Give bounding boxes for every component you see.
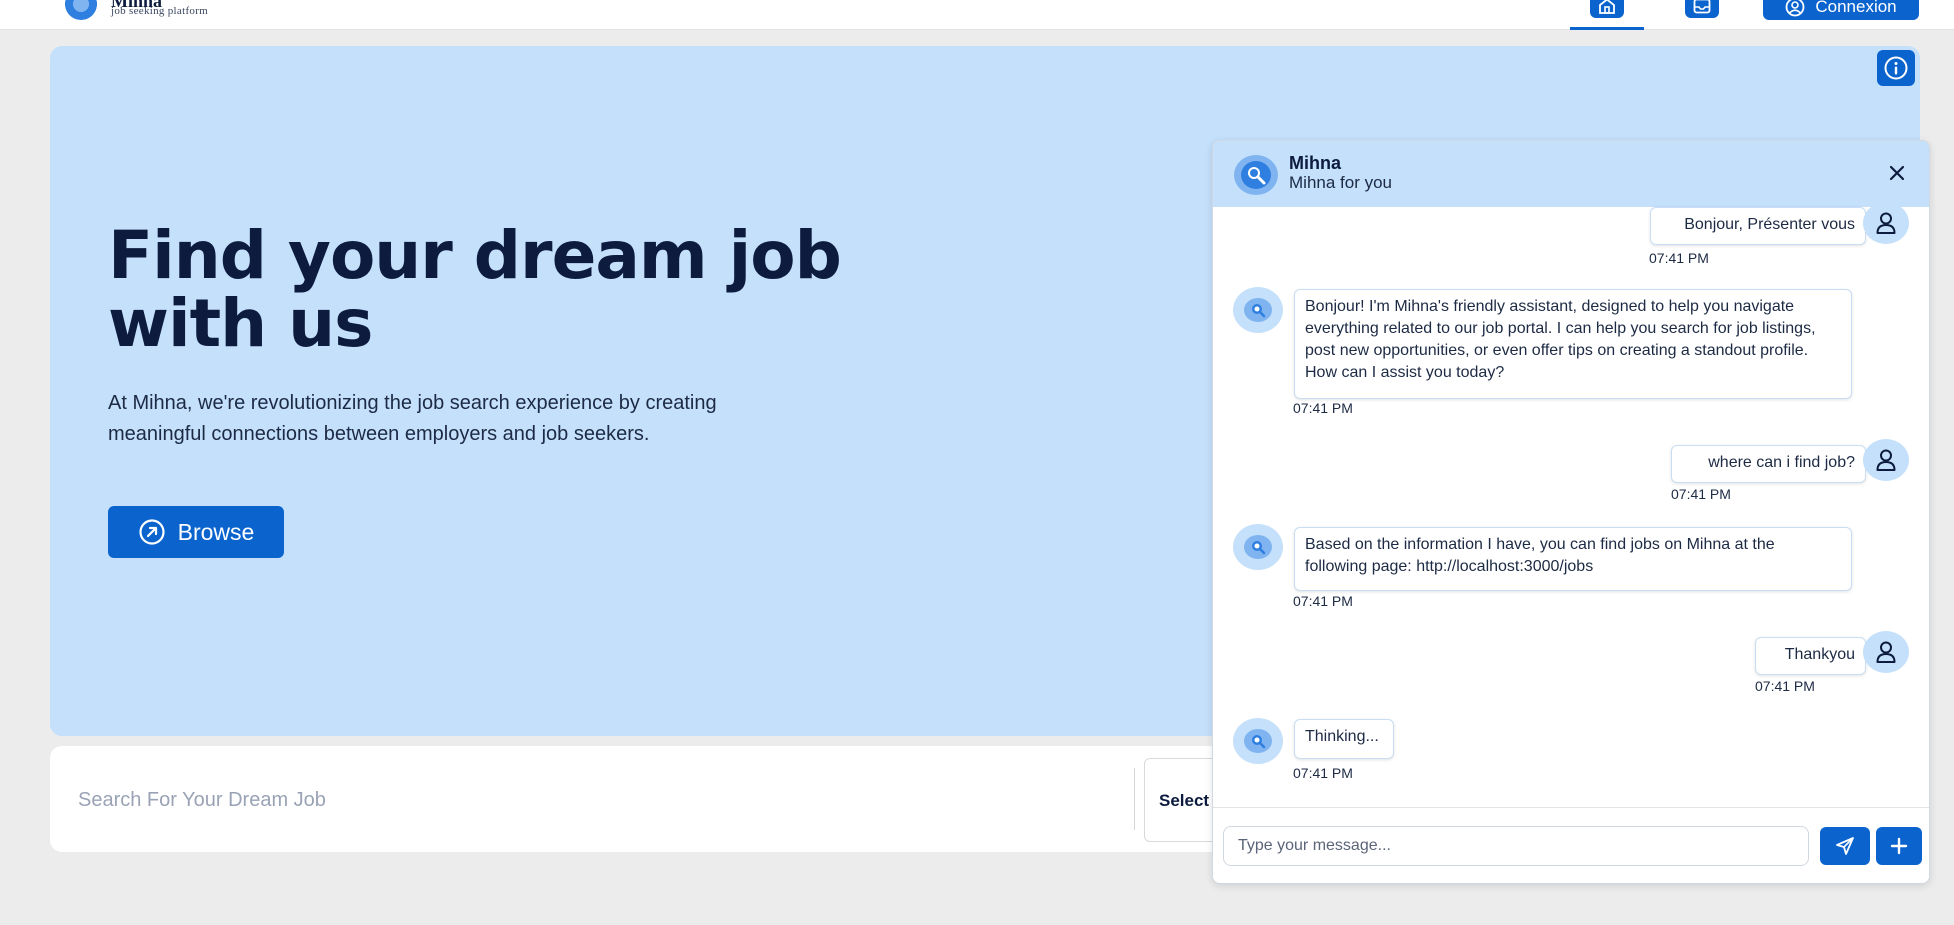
chat-footer (1213, 807, 1929, 883)
top-navbar: Mihna job seeking platform Connexion (0, 0, 1954, 30)
add-button[interactable] (1876, 827, 1922, 865)
plus-icon (1890, 837, 1908, 855)
browse-label: Browse (177, 518, 255, 545)
bot-message: Based on the information I have, you can… (1294, 527, 1852, 591)
mihna-logo-icon[interactable] (60, 0, 102, 20)
message-time: 07:41 PM (1293, 400, 1353, 416)
arrow-up-right-circle-icon (139, 519, 165, 545)
home-icon (1599, 0, 1615, 14)
info-icon (1884, 56, 1908, 80)
connexion-button[interactable]: Connexion (1763, 0, 1919, 20)
search-divider (1134, 768, 1135, 830)
user-icon (1876, 212, 1896, 234)
info-button[interactable] (1877, 50, 1915, 86)
user-icon (1876, 641, 1896, 663)
message-time: 07:41 PM (1671, 486, 1731, 502)
chat-close-button[interactable] (1885, 161, 1909, 185)
active-nav-indicator (1570, 27, 1644, 30)
connexion-label: Connexion (1815, 0, 1897, 16)
brand-tagline: job seeking platform (111, 5, 209, 17)
chatbot-panel: Mihna Mihna for you Bonjour, Présenter v… (1212, 140, 1930, 884)
nav-home-button[interactable] (1590, 0, 1624, 18)
bot-icon (1244, 729, 1272, 753)
user-avatar (1863, 631, 1909, 673)
hero-title: Find your dream job with us (108, 217, 842, 362)
send-button[interactable] (1820, 827, 1870, 865)
send-icon (1836, 837, 1854, 855)
bot-avatar (1233, 718, 1283, 764)
inbox-icon (1693, 0, 1711, 14)
user-avatar (1863, 202, 1909, 244)
user-message: Thankyou (1755, 637, 1866, 675)
mihna-logo-icon (1234, 155, 1278, 195)
bot-avatar (1233, 524, 1283, 570)
close-icon (1889, 165, 1905, 181)
message-time: 07:41 PM (1293, 765, 1353, 781)
bot-thinking-message: Thinking... (1294, 719, 1394, 759)
chat-message-input[interactable] (1223, 826, 1809, 866)
user-circle-icon (1785, 0, 1805, 17)
bot-message: Bonjour! I'm Mihna's friendly assistant,… (1294, 289, 1852, 399)
nav-inbox-button[interactable] (1685, 0, 1719, 18)
user-message: where can i find job? (1671, 445, 1866, 483)
bot-icon (1244, 298, 1272, 322)
message-time: 07:41 PM (1649, 250, 1709, 266)
user-icon (1876, 449, 1896, 471)
user-message: Bonjour, Présenter vous (1650, 207, 1866, 245)
chat-title: Mihna (1289, 153, 1341, 173)
message-time: 07:41 PM (1293, 593, 1353, 609)
browse-button[interactable]: Browse (108, 506, 284, 558)
user-avatar (1863, 439, 1909, 481)
chat-subtitle: Mihna for you (1289, 173, 1392, 192)
chat-header: Mihna Mihna for you (1213, 141, 1929, 207)
hero-description: At Mihna, we're revolutionizing the job … (108, 392, 717, 445)
bot-icon (1244, 535, 1272, 559)
job-search-input[interactable] (78, 780, 1078, 820)
bot-avatar (1233, 287, 1283, 333)
message-time: 07:41 PM (1755, 678, 1815, 694)
